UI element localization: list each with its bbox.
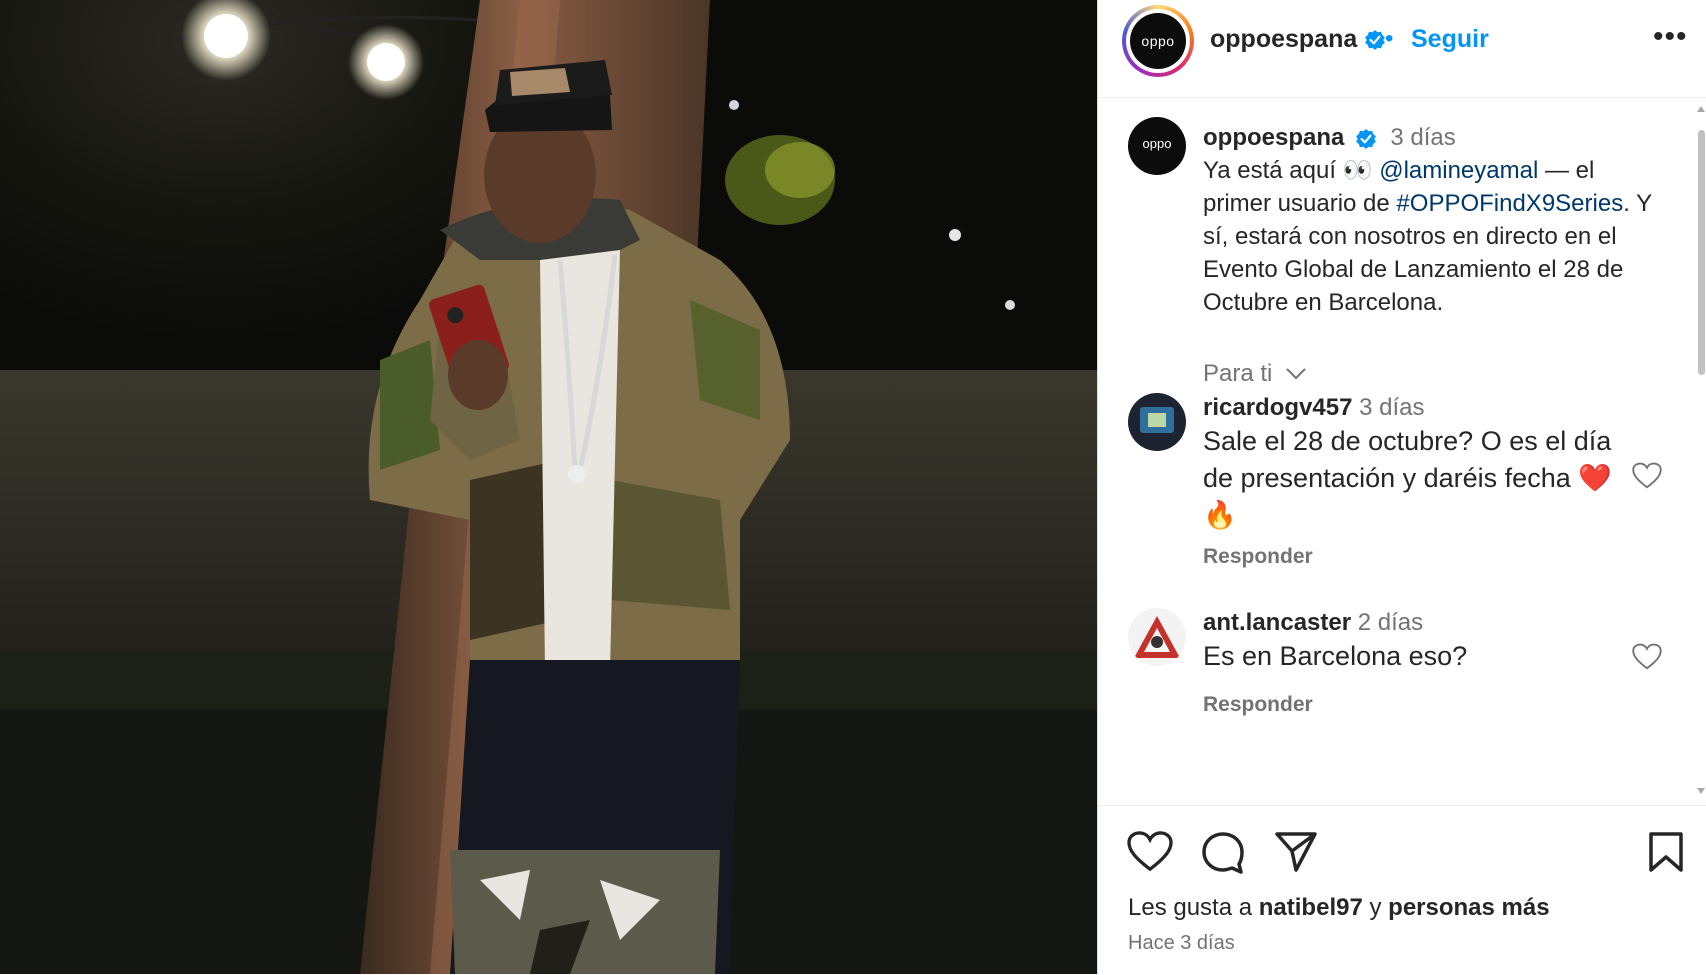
scroll-down-arrow[interactable] bbox=[1696, 786, 1706, 796]
comment-username[interactable]: ricardogv457 bbox=[1203, 394, 1352, 421]
caption-avatar[interactable]: oppo bbox=[1128, 117, 1186, 175]
post-caption: oppoespana 3 días Ya está aquí 👀 @lamine… bbox=[1203, 121, 1663, 319]
oppo-logo: oppo bbox=[1142, 136, 1172, 151]
comment-time[interactable]: 2 días bbox=[1358, 609, 1423, 636]
comment-item: ricardogv457 3 días Sale el 28 de octubr… bbox=[1203, 393, 1623, 534]
heart-icon[interactable] bbox=[1127, 831, 1173, 873]
comment-item: ant.lancaster 2 días Es en Barcelona eso… bbox=[1203, 608, 1623, 675]
comment-username[interactable]: ant.lancaster bbox=[1203, 609, 1351, 636]
comment-filter-label[interactable]: Para ti bbox=[1203, 360, 1272, 387]
post-side-panel: oppo oppoespana • Seguir ••• oppo oppoes… bbox=[1097, 0, 1706, 974]
oppo-logo: oppo bbox=[1130, 13, 1186, 69]
bookmark-icon[interactable] bbox=[1647, 831, 1685, 873]
caption-username[interactable]: oppoespana bbox=[1203, 124, 1344, 151]
comments-section[interactable]: oppo oppoespana 3 días Ya está aquí 👀 @l… bbox=[1098, 97, 1706, 805]
likes-middle: y bbox=[1362, 894, 1389, 921]
commenter-avatar[interactable] bbox=[1128, 393, 1186, 451]
likes-summary: Les gusta a natibel97 y personas más bbox=[1128, 894, 1550, 922]
comment-text: Sale el 28 de octubre? O es el día de pr… bbox=[1203, 426, 1612, 530]
post-photo[interactable] bbox=[0, 0, 1097, 974]
likes-others[interactable]: personas más bbox=[1388, 894, 1549, 921]
more-icon[interactable]: ••• bbox=[1653, 20, 1688, 54]
commenter-avatar[interactable] bbox=[1128, 608, 1186, 666]
verified-icon bbox=[1356, 128, 1376, 149]
scroll-up-arrow[interactable] bbox=[1696, 104, 1706, 114]
author-avatar[interactable]: oppo bbox=[1122, 5, 1194, 77]
reply-button[interactable]: Responder bbox=[1203, 545, 1313, 569]
post-date[interactable]: Hace 3 días bbox=[1128, 932, 1235, 955]
comment-text: Es en Barcelona eso? bbox=[1203, 641, 1468, 671]
hashtag-link[interactable]: #OPPOFindX9Series bbox=[1396, 190, 1623, 217]
comment-time[interactable]: 3 días bbox=[1359, 394, 1424, 421]
comment-filter[interactable]: Para ti bbox=[1203, 360, 1307, 388]
verified-icon bbox=[1365, 30, 1386, 51]
avatar-emblem-icon bbox=[1134, 616, 1180, 658]
chevron-down-icon bbox=[1286, 368, 1306, 380]
reply-button[interactable]: Responder bbox=[1203, 693, 1313, 717]
caption-text-1: Ya está aquí 👀 bbox=[1203, 157, 1380, 184]
heart-icon[interactable] bbox=[1632, 462, 1662, 490]
instagram-post-viewer: oppo oppoespana • Seguir ••• oppo oppoes… bbox=[0, 0, 1706, 974]
post-header: oppo oppoespana • Seguir ••• bbox=[1098, 0, 1706, 98]
heart-icon[interactable] bbox=[1632, 643, 1662, 671]
author-username-text[interactable]: oppoespana bbox=[1210, 25, 1357, 53]
separator-dot: • bbox=[1385, 25, 1394, 52]
caption-time[interactable]: 3 días bbox=[1390, 124, 1455, 151]
liked-by-user[interactable]: natibel97 bbox=[1259, 894, 1363, 921]
author-username[interactable]: oppoespana bbox=[1210, 25, 1386, 54]
share-icon[interactable] bbox=[1274, 831, 1318, 873]
mention-link[interactable]: @lamineyamal bbox=[1379, 157, 1538, 184]
follow-button[interactable]: Seguir bbox=[1411, 25, 1489, 54]
likes-prefix: Les gusta a bbox=[1128, 894, 1259, 921]
comment-icon[interactable] bbox=[1201, 831, 1245, 875]
comments-scrollbar[interactable] bbox=[1698, 130, 1705, 375]
post-actions: Les gusta a natibel97 y personas más Hac… bbox=[1098, 805, 1706, 975]
photo-illustration bbox=[0, 0, 1097, 974]
